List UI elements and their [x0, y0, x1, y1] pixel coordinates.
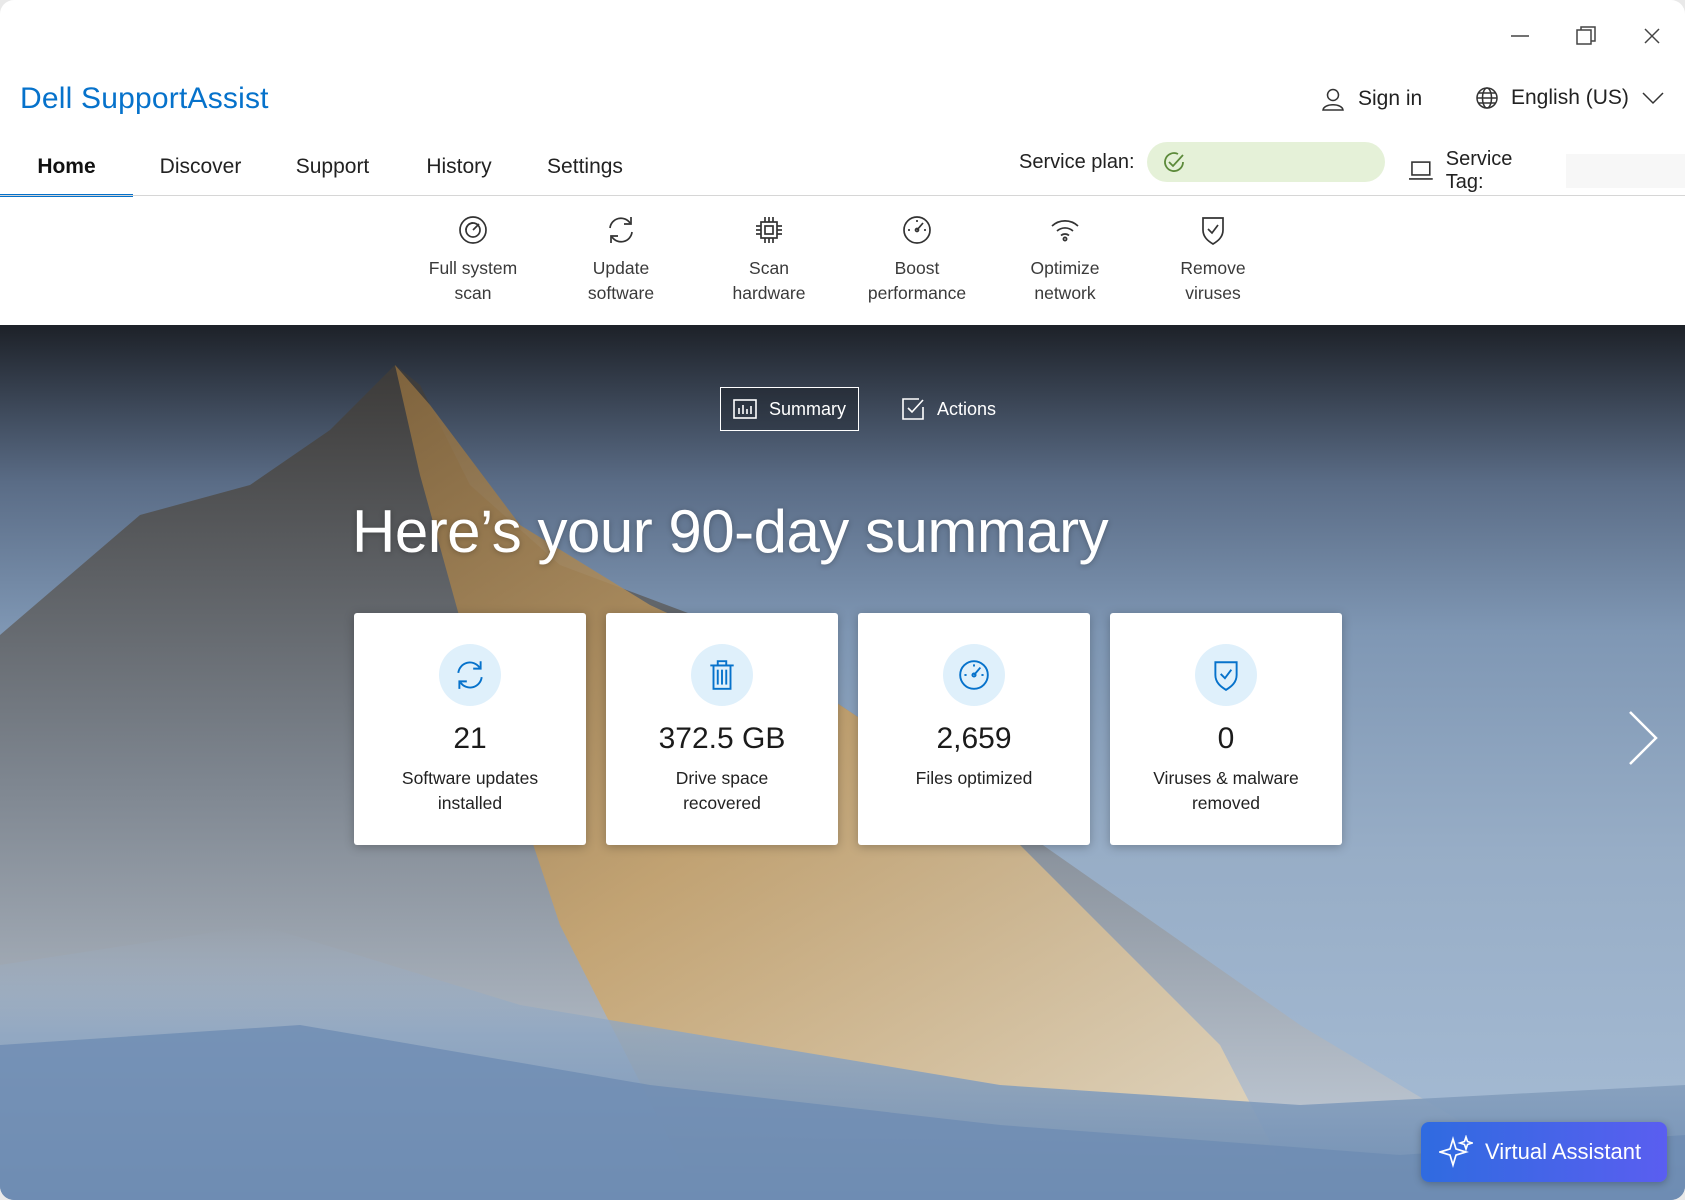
tab-discover[interactable]: Discover: [133, 145, 268, 197]
checkbox-icon: [902, 398, 924, 420]
shield-icon: [1214, 661, 1238, 691]
summary-card-value: 372.5 GB: [658, 722, 786, 755]
qa-label-network: Optimize network: [1030, 258, 1100, 303]
summary-card-label: Files optimized: [915, 768, 1033, 788]
sparkle-icon: [1439, 1135, 1473, 1168]
main-tabs: Home Discover Support History Settings: [0, 145, 649, 197]
summary-card-viruses: 0 Viruses & malware removed: [1110, 613, 1342, 845]
gauge-icon: [903, 216, 931, 244]
summary-card-label: Software updates installed: [401, 768, 539, 813]
laptop-icon: [1408, 161, 1433, 180]
optimize-network-button[interactable]: Optimize network: [995, 208, 1135, 306]
scan-hardware-button[interactable]: Scan hardware: [699, 208, 839, 306]
user-icon: [1322, 88, 1344, 111]
full-system-scan-button[interactable]: Full system scan: [403, 208, 543, 306]
summary-tab-label: Summary: [769, 398, 847, 419]
summary-actions-toggle: Summary Actions: [720, 387, 1008, 431]
trash-icon: [710, 660, 734, 690]
hero-banner: Summary Actions Here’s your 90-day summa…: [0, 325, 1685, 1200]
summary-card-drive-space: 372.5 GB Drive space recovered: [606, 613, 838, 845]
tab-support[interactable]: Support: [268, 145, 397, 197]
minimize-button[interactable]: [1487, 18, 1553, 54]
close-button[interactable]: [1619, 18, 1685, 54]
minimize-icon: [1511, 35, 1529, 37]
summary-card-value: 21: [453, 722, 487, 755]
sign-in-button[interactable]: Sign in: [1320, 86, 1422, 112]
summary-card-label: Drive space recovered: [675, 768, 769, 813]
virtual-assistant-button[interactable]: Virtual Assistant: [1421, 1122, 1667, 1182]
summary-card-updates: 21 Software updates installed: [354, 613, 586, 845]
remove-viruses-button[interactable]: Remove viruses: [1143, 208, 1283, 306]
service-tag-label: Service Tag:: [1445, 148, 1513, 193]
header-divider: [0, 195, 1685, 196]
qa-label-hardware: Scan hardware: [732, 258, 806, 303]
summary-card-value: 0: [1217, 722, 1235, 755]
service-plan-status[interactable]: [1146, 142, 1385, 182]
tab-history[interactable]: History: [397, 145, 521, 197]
sign-in-label: Sign in: [1358, 87, 1423, 110]
language-selector[interactable]: English (US): [1475, 86, 1665, 110]
wifi-icon: [1051, 220, 1079, 242]
virtual-assistant-label: Virtual Assistant: [1485, 1139, 1642, 1164]
chevron-down-icon: [1642, 92, 1664, 105]
next-slide-button[interactable]: [1620, 708, 1662, 768]
qa-label-boost: Boost performance: [867, 258, 967, 303]
maximize-button[interactable]: [1553, 18, 1619, 54]
check-circle-icon: [1163, 152, 1184, 172]
service-plan: Service plan:: [1019, 142, 1385, 182]
summary-card-value: 2,659: [936, 722, 1012, 755]
chevron-right-icon: [1629, 711, 1658, 765]
summary-tab[interactable]: Summary: [720, 387, 860, 431]
qa-label-scan: Full system scan: [428, 258, 518, 303]
globe-icon: [1476, 87, 1498, 109]
refresh-icon: [457, 661, 483, 689]
scan-icon: [459, 216, 487, 244]
qa-label-update: Update software: [587, 258, 655, 303]
summary-cards: 21 Software updates installed 372.5 GB D…: [354, 613, 1342, 845]
summary-card-files: 2,659 Files optimized: [858, 613, 1090, 845]
actions-tab-label: Actions: [937, 398, 997, 419]
app-title: Dell SupportAssist: [20, 82, 269, 115]
close-icon: [1644, 28, 1660, 44]
actions-tab[interactable]: Actions: [889, 387, 1008, 431]
boost-performance-button[interactable]: Boost performance: [847, 208, 987, 306]
app-window: Dell SupportAssist Sign in English (US) …: [0, 0, 1685, 1200]
language-label: English (US): [1511, 86, 1629, 109]
restore-icon: [1576, 26, 1596, 45]
window-controls: [1487, 18, 1685, 54]
gauge-icon: [959, 660, 989, 690]
qa-label-viruses: Remove viruses: [1180, 258, 1246, 303]
summary-heading: Here’s your 90-day summary: [352, 498, 1109, 565]
update-software-button[interactable]: Update software: [551, 208, 691, 306]
chip-icon: [756, 217, 782, 243]
tab-settings[interactable]: Settings: [521, 145, 649, 197]
shield-icon: [1202, 217, 1224, 245]
summary-card-label: Viruses & malware removed: [1153, 768, 1299, 813]
service-tag: Service Tag:: [1408, 148, 1685, 194]
chart-icon: [733, 399, 757, 419]
service-plan-label: Service plan:: [1019, 150, 1135, 173]
tab-home[interactable]: Home: [0, 145, 133, 197]
service-tag-value: [1566, 154, 1685, 188]
refresh-icon: [609, 217, 633, 243]
